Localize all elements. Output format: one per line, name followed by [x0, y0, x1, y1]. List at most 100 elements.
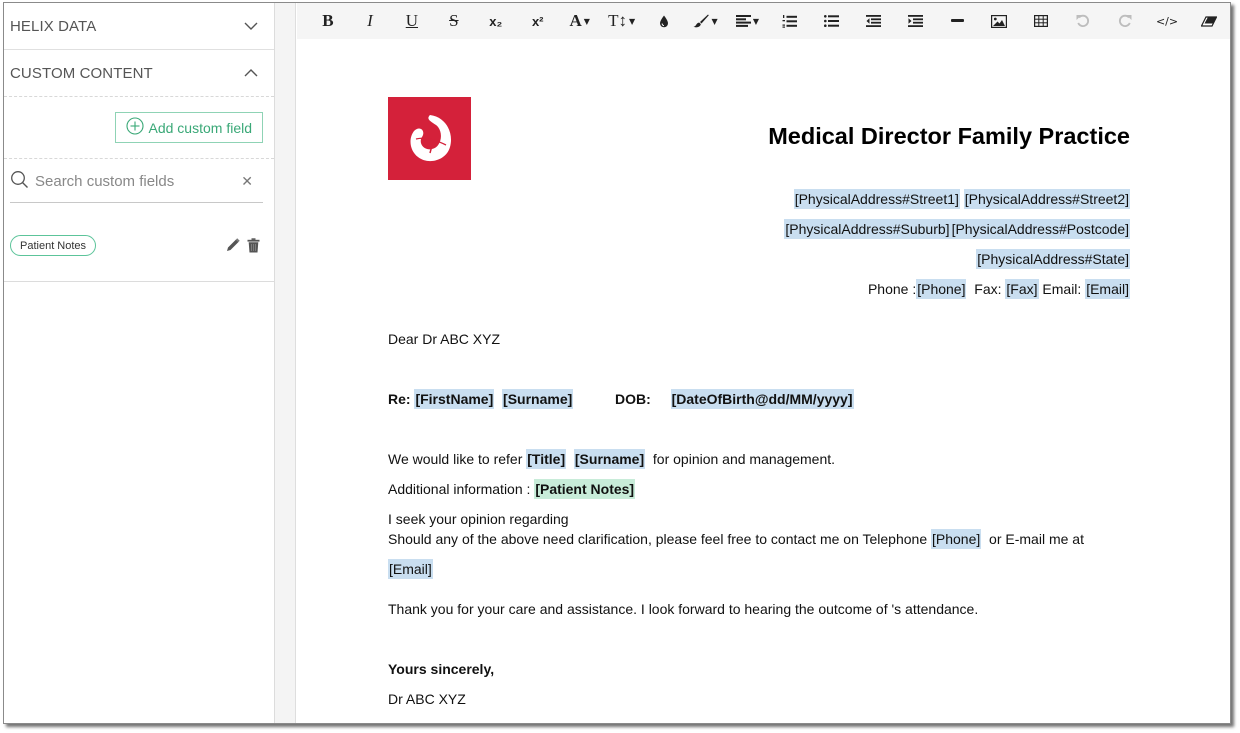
insert-table-button[interactable]	[1020, 3, 1062, 39]
placeholder-suburb[interactable]: [PhysicalAddress#Suburb]	[784, 219, 951, 239]
placeholder-street2[interactable]: [PhysicalAddress#Street2]	[963, 189, 1130, 209]
delete-icon[interactable]	[247, 237, 260, 253]
undo-icon	[1076, 14, 1090, 28]
re-line: Re: [FirstName] [Surname] DOB: [DateOfBi…	[388, 389, 854, 409]
font-color-icon: A	[569, 11, 582, 30]
paint-brush-icon	[693, 14, 710, 28]
redo-button[interactable]	[1104, 3, 1146, 39]
email-label: Email:	[1042, 281, 1082, 297]
placeholder-email[interactable]: [Email]	[1085, 279, 1130, 299]
additional-info-line: Additional information : [Patient Notes]	[388, 479, 636, 499]
placeholder-phone[interactable]: [Phone]	[916, 279, 967, 299]
placeholder-surname[interactable]: [Surname]	[502, 389, 574, 409]
unordered-list-button[interactable]	[810, 3, 852, 39]
underline-icon: U	[405, 11, 419, 30]
add-custom-field-button[interactable]: Add custom field	[114, 112, 263, 143]
section-title: HELIX DATA	[10, 17, 97, 35]
subscript-button[interactable]: x₂	[475, 3, 517, 39]
italic-icon: I	[367, 11, 373, 30]
code-view-button[interactable]: </>	[1146, 3, 1188, 39]
ordered-list-icon	[782, 14, 797, 28]
font-color-button[interactable]: A ▼	[559, 3, 601, 39]
editor-toolbar: B I U S x₂ x² A ▼ T↕ ▼ ▼ ▼ </>	[297, 3, 1230, 39]
refer-line: We would like to refer [Title] [Surname]…	[388, 449, 836, 469]
indent-icon	[907, 15, 923, 27]
align-button[interactable]: ▼	[727, 3, 769, 39]
custom-field-chip[interactable]: Patient Notes	[10, 235, 97, 256]
paint-brush-button[interactable]: ▼	[685, 3, 727, 39]
refer-prefix: We would like to refer	[388, 451, 523, 467]
plus-circle-icon	[125, 117, 144, 138]
placeholder-dob[interactable]: [DateOfBirth@dd/MM/yyyy]	[670, 389, 854, 409]
re-label: Re:	[388, 391, 411, 407]
placeholder-phone-2[interactable]: [Phone]	[931, 529, 982, 549]
thanks-line: Thank you for your care and assistance. …	[388, 601, 979, 617]
underline-button[interactable]: U	[391, 3, 433, 39]
dob-label: DOB:	[615, 391, 651, 407]
clear-search-icon[interactable]: ✕	[241, 173, 263, 190]
placeholder-title[interactable]: [Title]	[526, 449, 567, 469]
sidebar: HELIX DATA CUSTOM CONTENT Add custom fie…	[4, 3, 275, 723]
section-title: CUSTOM CONTENT	[10, 64, 153, 82]
undo-button[interactable]	[1062, 3, 1104, 39]
phone-label: Phone :	[867, 281, 917, 297]
address-line-2: [PhysicalAddress#Suburb] [PhysicalAddress…	[784, 219, 1130, 239]
fill-color-button[interactable]	[643, 3, 685, 39]
logo-swirl-icon	[410, 114, 451, 161]
image-icon	[991, 14, 1008, 28]
placeholder-state[interactable]: [PhysicalAddress#State]	[976, 249, 1130, 269]
ordered-list-button[interactable]	[768, 3, 810, 39]
italic-button[interactable]: I	[349, 3, 391, 39]
caret-down-icon: ▼	[752, 16, 760, 26]
panel-divider[interactable]	[275, 3, 296, 723]
outdent-button[interactable]	[852, 3, 894, 39]
bold-button[interactable]: B	[307, 3, 349, 39]
practice-logo	[388, 97, 471, 180]
insert-image-button[interactable]	[978, 3, 1020, 39]
clear-formatting-button[interactable]	[1188, 3, 1230, 39]
salutation: Dear Dr ABC XYZ	[388, 331, 501, 347]
unordered-list-icon	[823, 15, 839, 27]
placeholder-email-2[interactable]: [Email]	[388, 559, 433, 579]
code-icon: </>	[1155, 14, 1179, 28]
section-custom-content[interactable]: CUSTOM CONTENT	[4, 50, 274, 97]
outdent-icon	[865, 15, 881, 27]
opinion-line: I seek your opinion regarding	[388, 511, 569, 527]
custom-field-actions	[225, 237, 260, 253]
horizontal-rule-button[interactable]	[936, 3, 978, 39]
indent-button[interactable]	[894, 3, 936, 39]
closing: Yours sincerely,	[388, 661, 495, 677]
add-field-row: Add custom field	[4, 97, 274, 159]
redo-icon	[1118, 14, 1132, 28]
practice-name: Medical Director Family Practice	[768, 123, 1130, 149]
caret-down-icon: ▼	[583, 16, 590, 26]
placeholder-postcode[interactable]: [PhysicalAddress#Postcode]	[950, 219, 1130, 239]
custom-field-list: Patient Notes	[4, 203, 274, 282]
clarify-email-line: [Email]	[388, 559, 433, 579]
edit-icon[interactable]	[225, 237, 241, 253]
contact-line: Phone :[Phone] Fax: [Fax] Email: [Email]	[867, 279, 1130, 299]
section-helix-data[interactable]: HELIX DATA	[4, 3, 274, 50]
superscript-icon: x²	[531, 13, 544, 29]
placeholder-surname-2[interactable]: [Surname]	[573, 449, 646, 469]
strikethrough-button[interactable]: S	[433, 3, 475, 39]
search-input[interactable]	[35, 173, 242, 190]
clarify-line: Should any of the above need clarificati…	[388, 529, 1084, 549]
font-size-button[interactable]: T↕ ▼	[601, 3, 643, 39]
refer-suffix: for opinion and management.	[652, 451, 836, 467]
strikethrough-icon: S	[449, 11, 459, 30]
placeholder-patient-notes[interactable]: [Patient Notes]	[534, 479, 636, 499]
address-line-1: [PhysicalAddress#Street1] [PhysicalAddre…	[793, 189, 1130, 209]
placeholder-fax[interactable]: [Fax]	[1005, 279, 1039, 299]
chevron-down-icon	[244, 19, 258, 33]
address-line-3: [PhysicalAddress#State]	[976, 249, 1130, 269]
align-left-icon	[735, 15, 751, 27]
bold-icon: B	[322, 11, 334, 30]
clarify-middle: or E-mail me at	[989, 531, 1084, 547]
superscript-button[interactable]: x²	[517, 3, 559, 39]
clarify-prefix: Should any of the above need clarificati…	[388, 531, 928, 547]
placeholder-firstname[interactable]: [FirstName]	[414, 389, 495, 409]
placeholder-street1[interactable]: [PhysicalAddress#Street1]	[793, 189, 960, 209]
signature: Dr ABC XYZ	[388, 691, 466, 707]
chevron-up-icon	[244, 66, 258, 80]
